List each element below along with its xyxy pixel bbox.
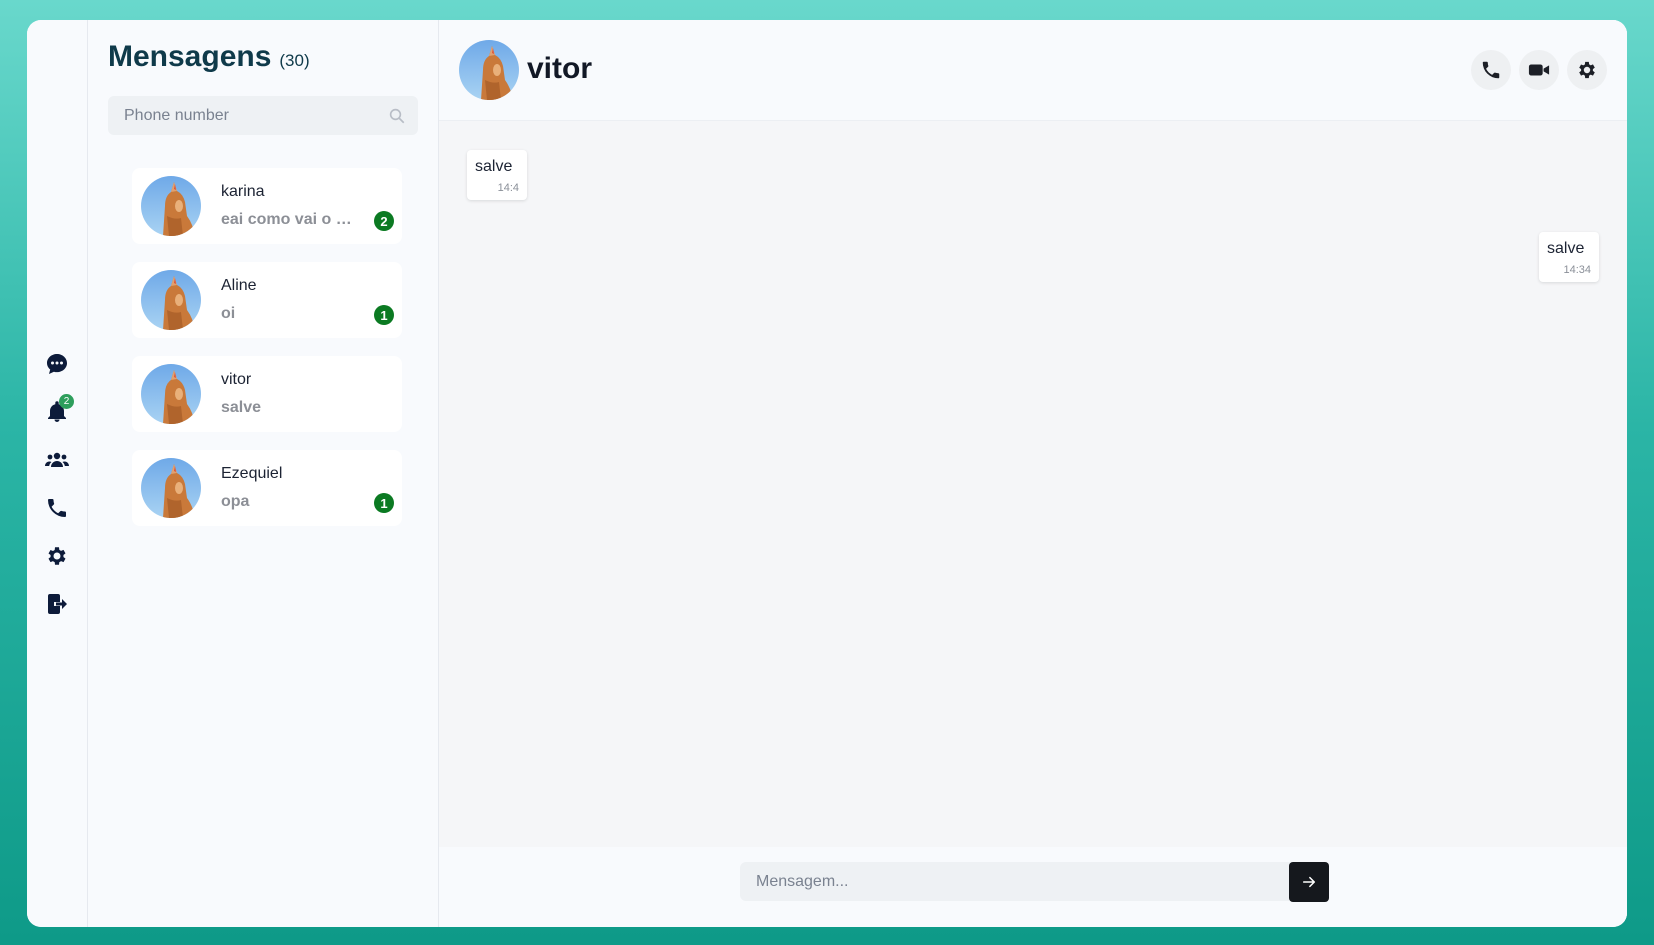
users-icon: [45, 452, 69, 467]
contact-item-aline[interactable]: Aline oi 1: [132, 262, 402, 338]
voice-call-button[interactable]: [1471, 50, 1511, 90]
contact-name: Aline: [221, 277, 257, 294]
avatar: [141, 458, 201, 518]
message-input-wrapper: [740, 861, 1295, 902]
phone-icon: [48, 499, 66, 517]
contact-name: vitor: [221, 371, 252, 388]
notification-count-badge: 2: [59, 394, 74, 409]
nav-settings-button[interactable]: [27, 532, 87, 580]
contact-item-ezequiel[interactable]: Ezequiel opa 1: [132, 450, 402, 526]
unread-badge: 1: [374, 493, 394, 513]
phone-icon: [1482, 61, 1500, 79]
avatar: [141, 176, 201, 236]
video-camera-icon: [1528, 64, 1550, 76]
arrow-right-icon: [1302, 876, 1316, 888]
chat-icon: [47, 354, 67, 374]
chat-header: vitor: [439, 20, 1627, 121]
messages-count: (30): [279, 51, 310, 70]
chat-settings-button[interactable]: [1567, 50, 1607, 90]
video-call-button[interactable]: [1519, 50, 1559, 90]
search-box: [108, 95, 418, 136]
contact-last-message: eai como vai o nosso projeto: [221, 211, 356, 228]
logout-icon: [48, 594, 67, 614]
nav-calls-button[interactable]: [27, 484, 87, 532]
message-text: salve: [475, 158, 513, 175]
contact-list: karina eai como vai o nosso projeto 2 Al…: [132, 168, 402, 544]
search-input[interactable]: [108, 95, 388, 136]
message-time: 14:4: [497, 182, 519, 194]
contact-name: Ezequiel: [221, 465, 283, 482]
message-input[interactable]: [740, 861, 1295, 902]
contact-last-message: opa: [221, 493, 250, 510]
contact-name: karina: [221, 183, 265, 200]
chat-contact-name: vitor: [527, 52, 593, 85]
unread-badge: 2: [374, 211, 394, 231]
contacts-header: Mensagens (30): [108, 40, 310, 74]
nav-chats-button[interactable]: [27, 340, 87, 388]
message-composer: [439, 847, 1627, 927]
icon-rail: 2: [27, 20, 88, 927]
avatar[interactable]: [459, 40, 519, 100]
contact-last-message: salve: [221, 399, 262, 416]
nav-contacts-button[interactable]: [27, 436, 87, 484]
message-incoming: salve 14:4: [467, 150, 527, 200]
nav-notifications-button[interactable]: 2: [27, 388, 87, 436]
send-button[interactable]: [1289, 862, 1329, 902]
message-outgoing: salve 14:34: [1539, 232, 1599, 282]
contact-item-karina[interactable]: karina eai como vai o nosso projeto 2: [132, 168, 402, 244]
contact-last-message: oi: [221, 305, 236, 322]
avatar: [141, 364, 201, 424]
nav-logout-button[interactable]: [27, 580, 87, 628]
message-text: salve: [1547, 240, 1585, 257]
message-time: 14:34: [1563, 264, 1591, 276]
gear-icon: [48, 547, 66, 565]
page-title: Mensagens: [108, 40, 272, 73]
app-window: 2 Mensagens (30) Phone number karina eai…: [27, 20, 1627, 927]
chat-area: vitor salve 14:4 salve 14:34: [439, 20, 1627, 927]
contact-item-vitor[interactable]: vitor salve: [132, 356, 402, 432]
avatar: [141, 270, 201, 330]
contacts-panel: Mensagens (30) karina eai como vai o nos…: [88, 20, 439, 927]
unread-badge: 1: [374, 305, 394, 325]
gear-icon: [1579, 61, 1595, 79]
search-icon[interactable]: [388, 107, 406, 125]
